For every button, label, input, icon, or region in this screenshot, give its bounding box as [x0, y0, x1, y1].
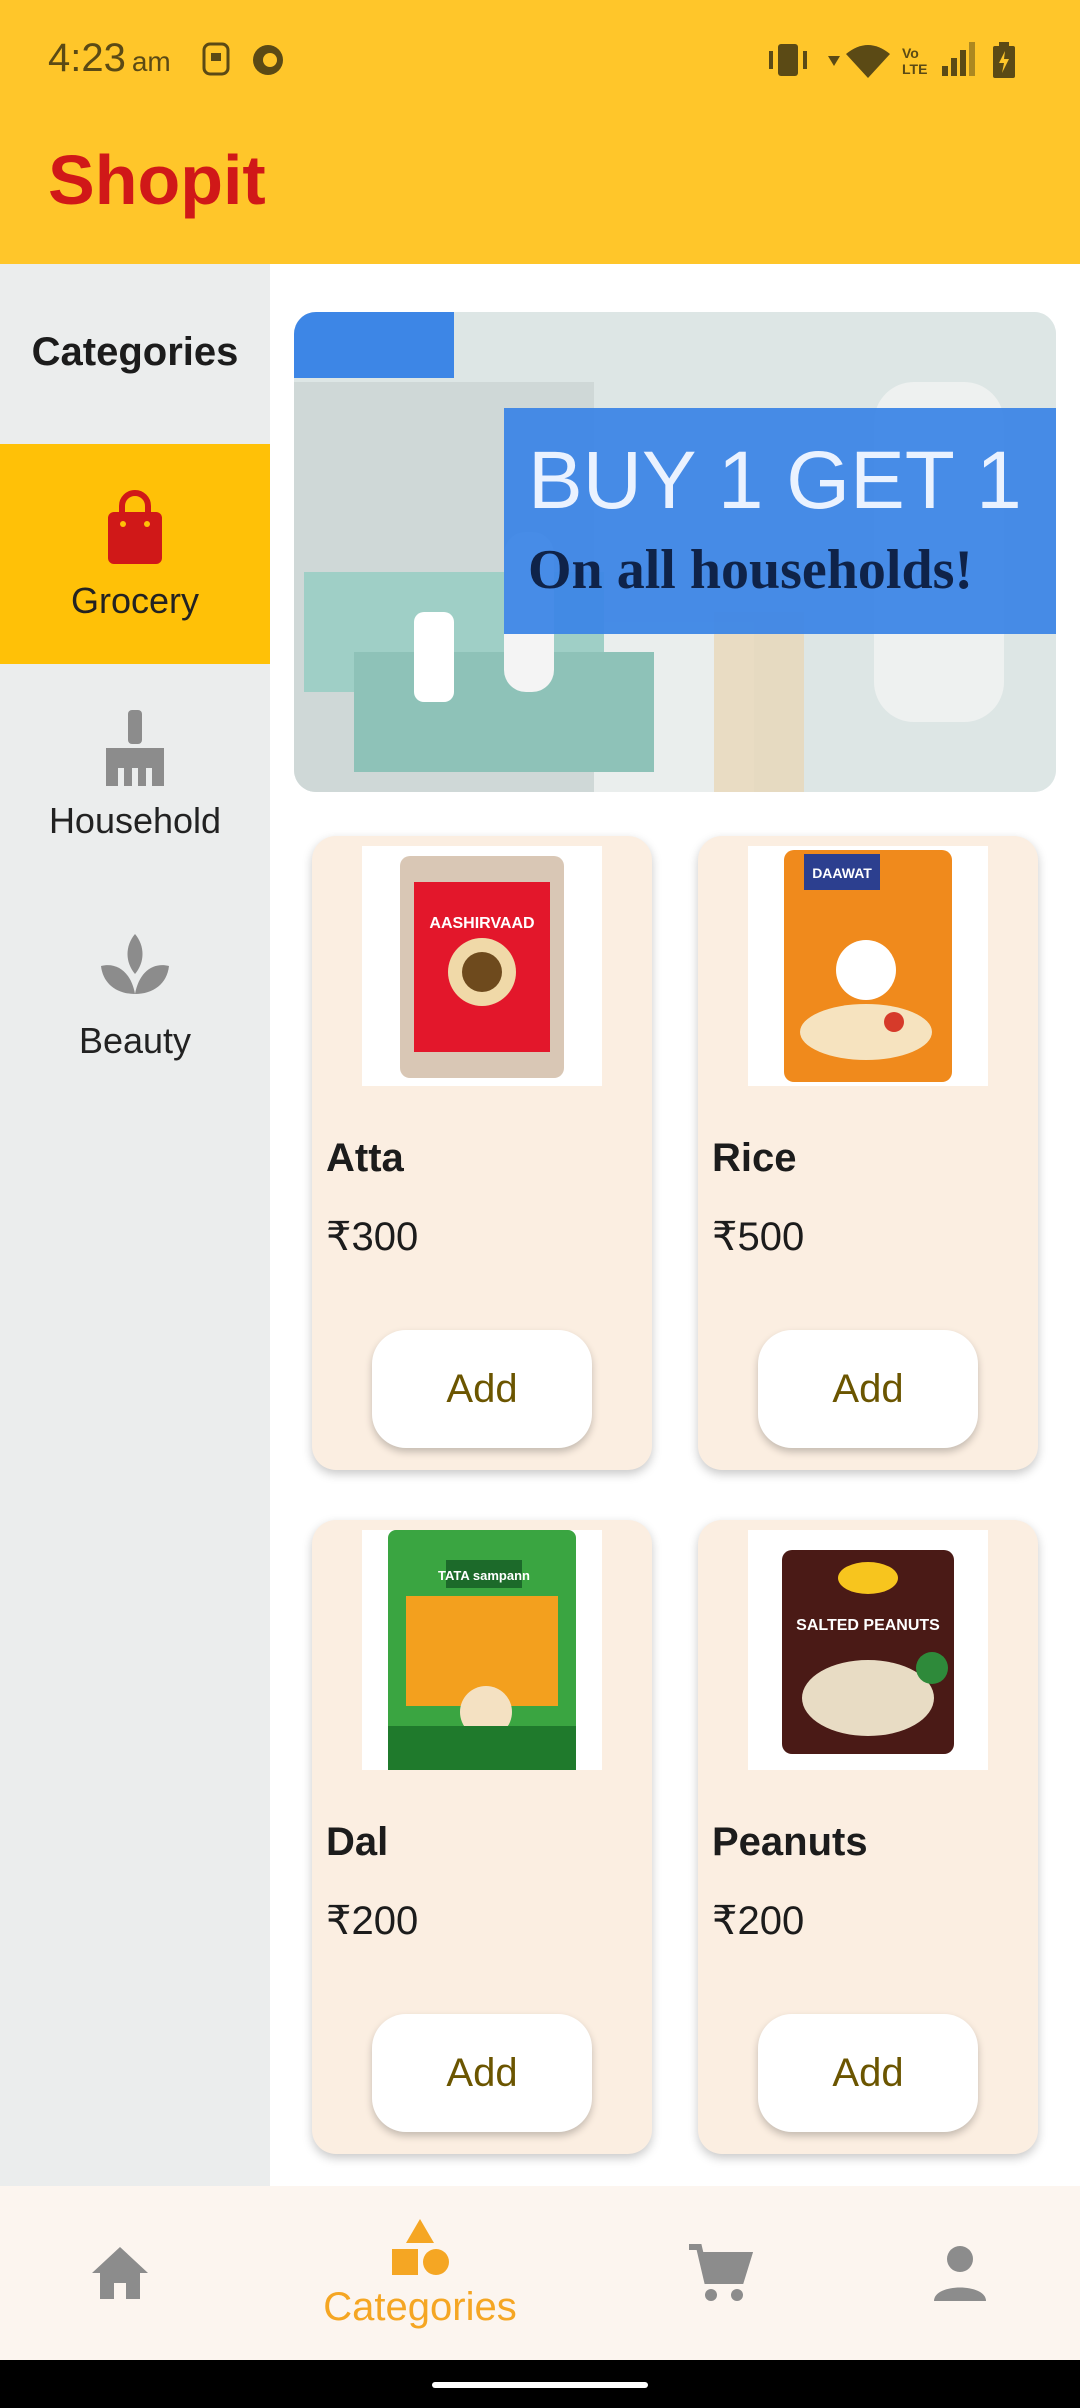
status-time: 4:23 am: [48, 36, 171, 80]
product-price: ₹300: [326, 1215, 419, 1259]
svg-text:TATA sampann: TATA sampann: [438, 1568, 530, 1583]
product-image-peanuts: SALTED PEANUTS: [748, 1530, 988, 1770]
sim-icon: [200, 40, 234, 80]
sidebar-title: Categories: [31, 330, 239, 374]
product-name: Rice: [712, 1136, 797, 1180]
sidebar-item-label: Household: [48, 800, 222, 841]
sidebar-item-household[interactable]: Household: [0, 664, 270, 884]
svg-text:SALTED PEANUTS: SALTED PEANUTS: [796, 1617, 940, 1634]
product-price: ₹200: [712, 1899, 805, 1943]
svg-text:AASHIRVAAD: AASHIRVAAD: [429, 915, 534, 932]
nav-profile[interactable]: [840, 2186, 1080, 2360]
svg-text:LTE: LTE: [902, 61, 927, 77]
sidebar-item-beauty[interactable]: Beauty: [0, 884, 270, 1104]
add-to-cart-button[interactable]: Add: [758, 1330, 978, 1448]
svg-text:DAAWAT: DAAWAT: [812, 865, 872, 881]
shopping-bag-icon: [0, 488, 270, 568]
home-icon: [92, 2247, 148, 2299]
product-image-rice: DAAWAT: [748, 846, 988, 1086]
status-bar: 4:23 am Vo LTE: [0, 0, 1080, 120]
add-to-cart-button[interactable]: Add: [372, 2014, 592, 2132]
broom-icon: [0, 708, 270, 788]
nav-cart[interactable]: [600, 2186, 840, 2360]
banner-subline: On all households!: [528, 539, 973, 601]
bottom-navigation: Categories: [0, 2186, 1080, 2360]
add-to-cart-button[interactable]: Add: [758, 2014, 978, 2132]
person-icon: [934, 2246, 986, 2301]
sidebar-item-label: Grocery: [70, 580, 200, 621]
product-image-atta: AASHIRVAAD: [362, 846, 602, 1086]
promo-banner[interactable]: BUY 1 GET 1 On all households!: [294, 312, 1056, 792]
wifi-icon: [826, 40, 890, 80]
promo-banner-image: BUY 1 GET 1 On all households!: [294, 312, 1056, 792]
product-name: Atta: [326, 1136, 404, 1180]
product-card-dal[interactable]: TATA sampann Dal ₹200 Add: [312, 1520, 652, 2154]
shapes-icon: [392, 2218, 449, 2275]
sidebar-item-grocery[interactable]: Grocery: [0, 444, 270, 664]
svg-text:Vo: Vo: [902, 45, 919, 61]
app-title: Shopit: [48, 141, 266, 219]
product-name: Peanuts: [712, 1820, 868, 1864]
sidebar-item-label: Beauty: [78, 1020, 192, 1061]
product-price: ₹200: [326, 1899, 419, 1943]
home-gesture-handle[interactable]: [432, 2382, 648, 2388]
product-name: Dal: [326, 1820, 389, 1864]
product-price: ₹500: [712, 1215, 805, 1259]
vibrate-icon: [766, 40, 810, 80]
product-card-rice[interactable]: DAAWAT Rice ₹500 Add: [698, 836, 1038, 1470]
product-card-peanuts[interactable]: SALTED PEANUTS Peanuts ₹200 Add: [698, 1520, 1038, 2154]
volte-icon: Vo LTE: [900, 40, 928, 80]
signal-icon: [940, 40, 978, 80]
lotus-icon: [0, 928, 270, 1008]
app-bar: 4:23 am Vo LTE Shopit: [0, 0, 1080, 264]
nav-categories-label: Categories: [323, 2284, 517, 2329]
cart-icon: [689, 2244, 753, 2301]
notification-icon: [248, 40, 288, 80]
battery-icon: [990, 40, 1018, 80]
product-card-atta[interactable]: AASHIRVAAD Atta ₹300 Add: [312, 836, 652, 1470]
nav-categories[interactable]: Categories: [300, 2186, 540, 2360]
category-sidebar: Categories Grocery Household Beauty: [0, 264, 270, 2186]
nav-home[interactable]: [0, 2186, 240, 2360]
product-image-dal: TATA sampann: [362, 1530, 602, 1770]
add-to-cart-button[interactable]: Add: [372, 1330, 592, 1448]
banner-headline: BUY 1 GET 1: [528, 435, 1022, 526]
gesture-bar: [0, 2360, 1080, 2408]
